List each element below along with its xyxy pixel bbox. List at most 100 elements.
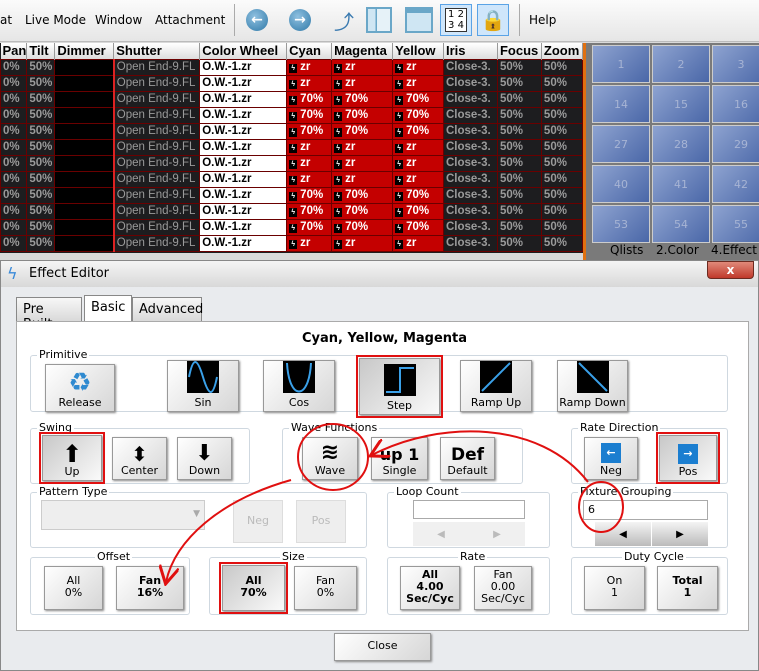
grid-cell[interactable] [54,74,115,92]
grid-cell[interactable]: Close-3. [443,186,498,204]
grid-cell[interactable]: ϟ 70% [286,186,333,204]
column-header[interactable]: Yellow [392,43,444,59]
grid-cell[interactable]: 0% [0,154,28,172]
column-header[interactable]: Zoom [541,43,584,59]
grid-cell[interactable]: 50% [496,74,542,92]
table-row[interactable]: 0% 50% Open End-9.FL O.W.-1.zr ϟ 70% ϟ 70% ϟ 70% C… [0,90,584,108]
grid-cell[interactable] [54,170,115,188]
lock-icon[interactable]: 🔒 [477,4,509,36]
grid-cell[interactable]: Close-3. [443,154,498,172]
grid-cell[interactable]: ϟ zr [392,170,444,188]
menu-live-mode[interactable]: Live Mode [25,13,86,27]
palette-cell[interactable]: 15 [652,85,710,123]
grid-cell[interactable]: ϟ zr [331,170,394,188]
grid-cell[interactable]: 50% [540,122,584,140]
grid-cell[interactable]: 50% [26,202,56,220]
close-button[interactable]: Close [334,633,431,661]
column-header[interactable]: Magenta [331,43,394,59]
grid-cell[interactable] [54,58,115,76]
grid-cell[interactable]: 50% [26,90,56,108]
grid-cell[interactable]: ϟ zr [286,154,333,172]
grid-cell[interactable]: Close-3. [443,122,498,140]
grid-cell[interactable]: 50% [26,186,56,204]
grid-cell[interactable]: 0% [0,186,28,204]
palette-cell[interactable]: 54 [652,205,710,243]
fixture-grid[interactable]: Pan Tilt Dimmer Shutter Color Wheel Cyan Magen… [0,43,584,253]
grid-cell[interactable]: ϟ zr [286,170,333,188]
grid-cell[interactable]: 50% [540,170,584,188]
grid-cell[interactable]: 0% [0,74,28,92]
window-layout-icon[interactable] [403,4,435,36]
grid-cell[interactable]: 0% [0,170,28,188]
grid-cell[interactable]: Close-3. [443,202,498,220]
grid-cell[interactable]: O.W.-1.zr [199,218,288,236]
grid-cell[interactable]: 50% [496,106,542,124]
palette-cell[interactable]: 28 [652,125,710,163]
grid-cell[interactable]: 50% [26,122,56,140]
grid-cell[interactable]: 50% [540,154,584,172]
grid-cell[interactable]: ϟ 70% [331,90,394,108]
grid-cell[interactable] [54,202,115,220]
grid-cell[interactable]: ϟ zr [331,154,394,172]
grid-cell[interactable]: 0% [0,122,28,140]
palette-cell[interactable]: 53 [592,205,650,243]
column-header[interactable]: Tilt [26,43,56,59]
grid-cell[interactable]: Open End-9.FL [112,154,201,172]
grid-cell[interactable]: ϟ 70% [286,202,333,220]
grid-cell[interactable]: ϟ zr [392,234,444,252]
grid-cell[interactable]: 0% [0,58,28,76]
grid-cell[interactable]: 50% [496,202,542,220]
grid-cell[interactable]: ϟ 70% [286,122,333,140]
grid-cell[interactable] [54,234,115,252]
grid-cell[interactable] [54,122,115,140]
grid-cell[interactable]: ϟ zr [331,58,394,76]
grid-cell[interactable]: ϟ 70% [392,90,444,108]
grid-cell[interactable]: 50% [26,218,56,236]
grid-cell[interactable]: 50% [540,186,584,204]
grid-cell[interactable] [54,90,115,108]
grid-cell[interactable]: ϟ 70% [392,202,444,220]
grid-cell[interactable]: ϟ zr [392,74,444,92]
grid-cell[interactable]: Open End-9.FL [112,186,201,204]
grid-cell[interactable]: ϟ 70% [286,90,333,108]
menu-format[interactable]: at [0,13,12,27]
palette-cell[interactable]: 14 [592,85,650,123]
grid-cell[interactable]: 50% [540,58,584,76]
grid-cell[interactable]: Close-3. [443,234,498,252]
grid-cell[interactable]: ϟ zr [331,234,394,252]
grid-cell[interactable]: 0% [0,90,28,108]
grid-cell[interactable]: ϟ zr [286,234,333,252]
grid-cell[interactable]: 50% [496,58,542,76]
menu-attachment[interactable]: Attachment [155,13,225,27]
grid-cell[interactable]: 50% [496,138,542,156]
table-row[interactable]: 0% 50% Open End-9.FL O.W.-1.zr ϟ 70% ϟ 70% ϟ 70% C… [0,218,584,236]
palette-cell[interactable]: 42 [712,165,759,203]
grid-cell[interactable]: 0% [0,202,28,220]
table-row[interactable]: 0% 50% Open End-9.FL O.W.-1.zr ϟ zr ϟ zr ϟ zr Clos… [0,74,584,92]
grid-cell[interactable]: ϟ zr [392,58,444,76]
grid-cell[interactable]: Close-3. [443,90,498,108]
grid-cell[interactable]: 50% [26,234,56,252]
grid-cell[interactable]: 50% [496,154,542,172]
grid-cell[interactable]: ϟ 70% [331,106,394,124]
grid-cell[interactable]: O.W.-1.zr [199,186,288,204]
grid-cell[interactable] [54,138,115,156]
grid-cell[interactable]: Close-3. [443,138,498,156]
tab-pre-built[interactable]: Pre Built [16,297,82,332]
grid-cell[interactable]: 50% [496,218,542,236]
grid-cell[interactable] [54,186,115,204]
grid-cell[interactable] [54,106,115,124]
grid-cell[interactable]: ϟ zr [331,74,394,92]
column-header[interactable]: Shutter [113,43,201,59]
grid-cell[interactable]: 50% [26,154,56,172]
column-header[interactable]: Iris [443,43,498,59]
grid-cell[interactable] [54,154,115,172]
column-header[interactable]: Cyan [286,43,333,59]
table-row[interactable]: 0% 50% Open End-9.FL O.W.-1.zr ϟ zr ϟ zr ϟ zr Clos… [0,170,584,188]
grid-cell[interactable]: Close-3. [443,218,498,236]
grid-cell[interactable]: O.W.-1.zr [199,122,288,140]
grid-cell[interactable]: Open End-9.FL [112,234,201,252]
grid-cell[interactable]: ϟ 70% [286,106,333,124]
tab-advanced[interactable]: Advanced [132,297,203,322]
sidebar-layout-icon[interactable] [363,4,395,36]
